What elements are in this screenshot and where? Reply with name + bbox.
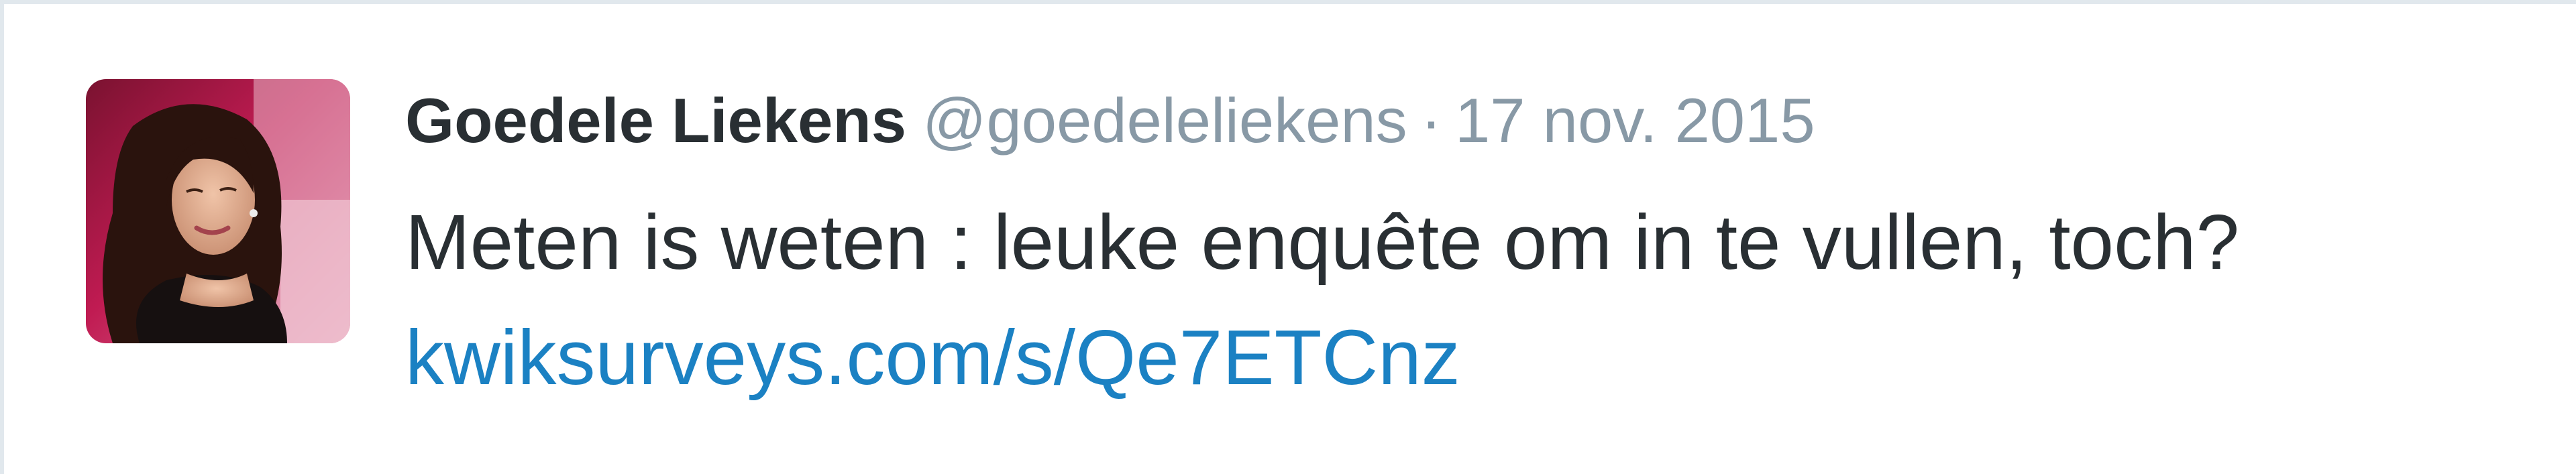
tweet-card: Goedele Liekens @goedeleliekens · 17 nov. 2… [0, 0, 2576, 474]
header-separator: · [1420, 85, 1442, 156]
author-avatar[interactable] [86, 79, 350, 343]
tweet-text: Meten is weten : leuke enquête om in te … [405, 198, 2240, 286]
tweet-link[interactable]: kwiksurveys.com/s/Qe7ETCnz [405, 312, 1460, 402]
tweet-timestamp[interactable]: 17 nov. 2015 [1455, 85, 1815, 156]
author-screen-name[interactable]: @goedeleliekens [922, 85, 1407, 156]
author-display-name[interactable]: Goedele Liekens [405, 85, 906, 156]
avatar-photo [86, 79, 350, 343]
tweet-header: Goedele Liekens @goedeleliekens · 17 nov. 2… [405, 83, 1815, 158]
